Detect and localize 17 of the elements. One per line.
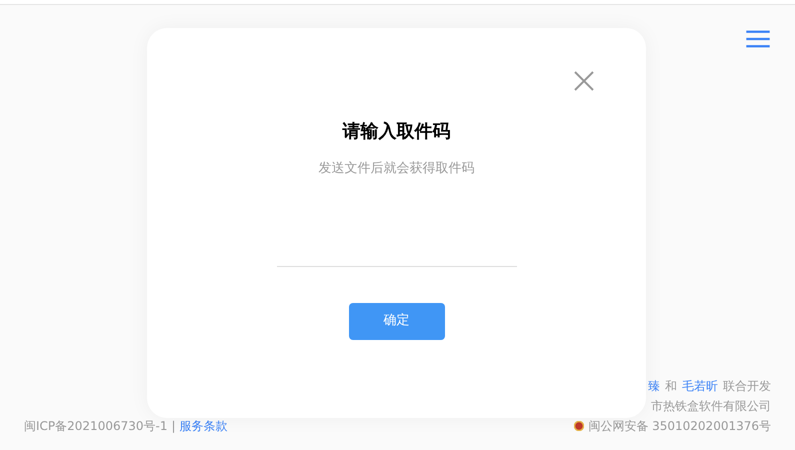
police-registration: 闽公网安备 35010202001376号: [588, 418, 771, 434]
terms-link[interactable]: 服务条款: [180, 416, 228, 434]
credit-text: 和: [665, 378, 677, 394]
close-button[interactable]: [573, 70, 595, 92]
police-badge-icon: [574, 420, 584, 430]
separator: |: [171, 418, 176, 434]
menu-icon: [744, 30, 772, 48]
dialog-subtitle: 发送文件后就会获得取件码: [318, 160, 474, 178]
menu-button[interactable]: [744, 28, 772, 50]
credit-text: 联合开发: [723, 378, 771, 394]
author-link[interactable]: 毛若昕: [682, 376, 718, 394]
confirm-button[interactable]: 确定: [348, 302, 444, 340]
company-name: 市热铁盒软件有限公司: [651, 398, 771, 414]
close-icon: [573, 70, 595, 92]
author-link[interactable]: 臻: [648, 376, 660, 394]
dialog-title: 请输入取件码: [342, 120, 450, 144]
icp-number: 闽ICP备2021006730号-1: [24, 418, 168, 434]
